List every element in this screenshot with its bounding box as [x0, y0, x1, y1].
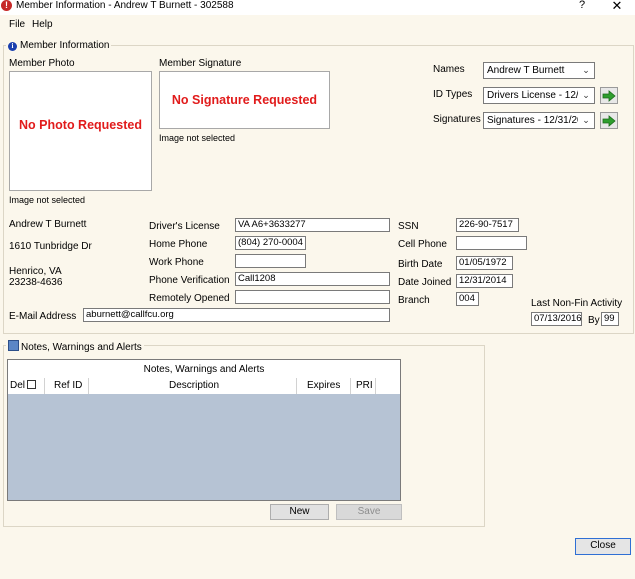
no-photo-text: No Photo Requested	[19, 118, 142, 132]
id-types-label: ID Types	[433, 89, 473, 100]
column-separator	[350, 378, 351, 394]
address-zip: 23238-4636	[9, 277, 63, 288]
signatures-dropdown[interactable]: Signatures - 12/31/20 ⌄	[483, 112, 595, 129]
ssn-label: SSN	[398, 221, 419, 232]
address-street: 1610 Tunbridge Dr	[9, 241, 92, 252]
home-phone-field[interactable]: (804) 270-0004	[235, 236, 306, 250]
error-icon: !	[1, 0, 12, 11]
names-value: Andrew T Burnett	[487, 65, 565, 76]
signature-status: Image not selected	[159, 133, 236, 143]
column-separator	[375, 378, 376, 394]
by-field[interactable]: 99	[601, 312, 619, 326]
signatures-label: Signatures	[433, 114, 481, 125]
last-activity-label: Last Non-Fin Activity	[531, 298, 623, 309]
cell-phone-label: Cell Phone	[398, 239, 447, 250]
menu-bar	[0, 15, 635, 33]
remotely-opened-label: Remotely Opened	[149, 293, 230, 304]
menu-help[interactable]: Help	[32, 19, 53, 30]
notes-group-title-text: Notes, Warnings and Alerts	[21, 342, 142, 353]
help-button[interactable]: ?	[575, 0, 589, 11]
close-button[interactable]: Close	[575, 538, 631, 555]
names-dropdown[interactable]: Andrew T Burnett ⌄	[483, 62, 595, 79]
save-note-button[interactable]: Save	[336, 504, 402, 520]
notes-group-title: Notes, Warnings and Alerts	[6, 340, 144, 353]
photo-status: Image not selected	[9, 195, 86, 205]
notes-table-body[interactable]	[8, 394, 400, 500]
group-title-text: Member Information	[20, 40, 110, 51]
menu-file[interactable]: File	[9, 19, 25, 30]
signatures-go-button[interactable]	[600, 112, 618, 129]
ssn-field[interactable]: 226-90-7517	[456, 218, 519, 232]
close-window-icon[interactable]: ✕	[609, 0, 625, 12]
address-city: Henrico, VA	[9, 266, 62, 277]
last-activity-date-field[interactable]: 07/13/2016	[531, 312, 582, 326]
work-phone-field[interactable]	[235, 254, 306, 268]
column-separator	[296, 378, 297, 394]
cell-phone-field[interactable]	[456, 236, 527, 250]
home-phone-label: Home Phone	[149, 239, 208, 250]
notes-header-row: Del Ref ID Description Expires PRI	[8, 378, 400, 394]
member-signature-label: Member Signature	[159, 58, 242, 69]
signatures-value: Signatures - 12/31/20	[487, 115, 578, 126]
branch-label: Branch	[398, 295, 430, 306]
new-note-button[interactable]: New	[270, 504, 329, 520]
arrow-right-icon	[602, 89, 616, 102]
date-joined-field[interactable]: 12/31/2014	[456, 274, 513, 288]
chevron-down-icon: ⌄	[582, 115, 590, 125]
by-label: By	[588, 315, 600, 326]
member-signature-box: No Signature Requested	[159, 71, 330, 129]
branch-field[interactable]: 004	[456, 292, 479, 306]
id-types-value: Drivers License - 12/3	[487, 90, 578, 101]
birth-date-label: Birth Date	[398, 259, 443, 270]
column-separator	[88, 378, 89, 394]
member-photo-box: No Photo Requested	[9, 71, 152, 191]
id-types-dropdown[interactable]: Drivers License - 12/3 ⌄	[483, 87, 595, 104]
member-information-group-title: i Member Information	[6, 40, 112, 51]
email-label: E-Mail Address	[9, 311, 77, 322]
column-pri: PRI	[356, 380, 373, 391]
notes-table-title: Notes, Warnings and Alerts	[143, 364, 265, 375]
email-field[interactable]: aburnett@callfcu.org	[83, 308, 390, 322]
info-icon: i	[8, 42, 17, 51]
birth-date-field[interactable]: 01/05/1972	[456, 256, 513, 270]
member-name: Andrew T Burnett	[9, 219, 87, 230]
notes-icon	[8, 340, 19, 351]
column-separator	[44, 378, 45, 394]
remotely-opened-field[interactable]	[235, 290, 390, 304]
column-expires: Expires	[307, 380, 341, 391]
window-title: Member Information - Andrew T Burnett - …	[16, 0, 234, 11]
phone-verification-field[interactable]: Call1208	[235, 272, 390, 286]
arrow-right-icon	[602, 114, 616, 127]
notes-table: Notes, Warnings and Alerts Del Ref ID De…	[7, 359, 401, 501]
id-types-go-button[interactable]	[600, 87, 618, 104]
no-signature-text: No Signature Requested	[171, 93, 318, 107]
column-del: Del	[10, 380, 26, 391]
chevron-down-icon: ⌄	[582, 65, 590, 75]
drivers-license-field[interactable]: VA A6+3633277	[235, 218, 390, 232]
work-phone-label: Work Phone	[149, 257, 204, 268]
names-label: Names	[433, 64, 465, 75]
column-description: Description	[169, 380, 220, 391]
column-ref-id: Ref ID	[54, 380, 83, 391]
select-all-checkbox[interactable]	[27, 380, 36, 389]
chevron-down-icon: ⌄	[582, 90, 590, 100]
date-joined-label: Date Joined	[398, 277, 452, 288]
member-photo-label: Member Photo	[9, 58, 75, 69]
phone-verification-label: Phone Verification	[149, 275, 230, 286]
drivers-license-label: Driver's License	[149, 221, 220, 232]
